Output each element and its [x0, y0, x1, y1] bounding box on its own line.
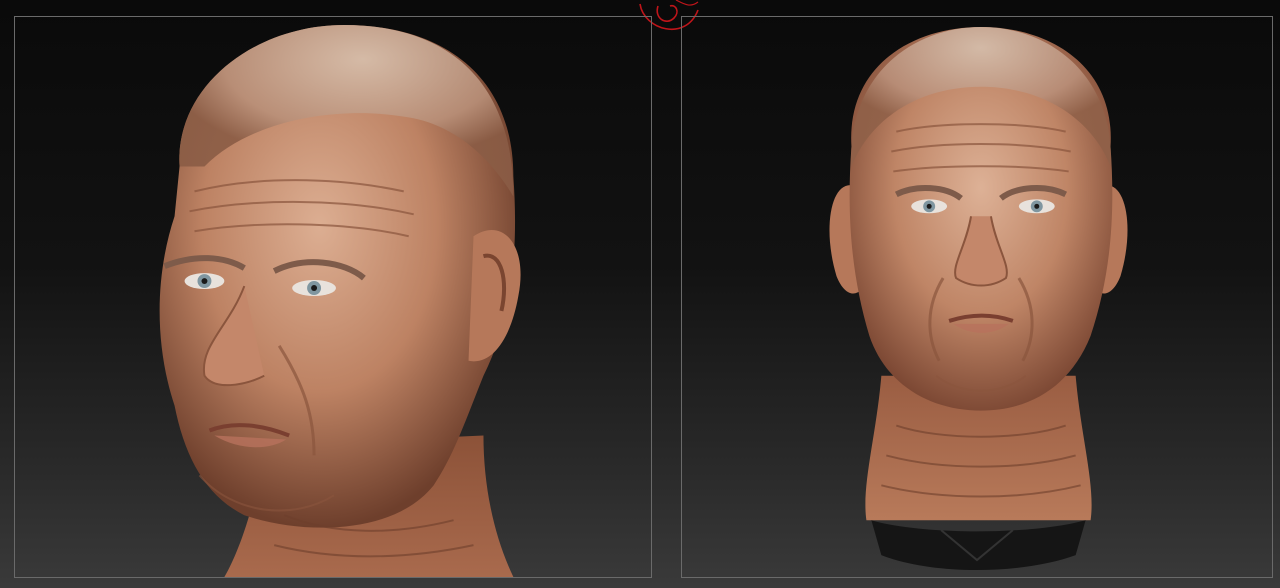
head-render-three-quarter	[159, 24, 521, 577]
head-render-front	[829, 26, 1128, 571]
viewport-front[interactable]	[681, 16, 1273, 578]
viewport-three-quarter[interactable]	[14, 16, 652, 578]
